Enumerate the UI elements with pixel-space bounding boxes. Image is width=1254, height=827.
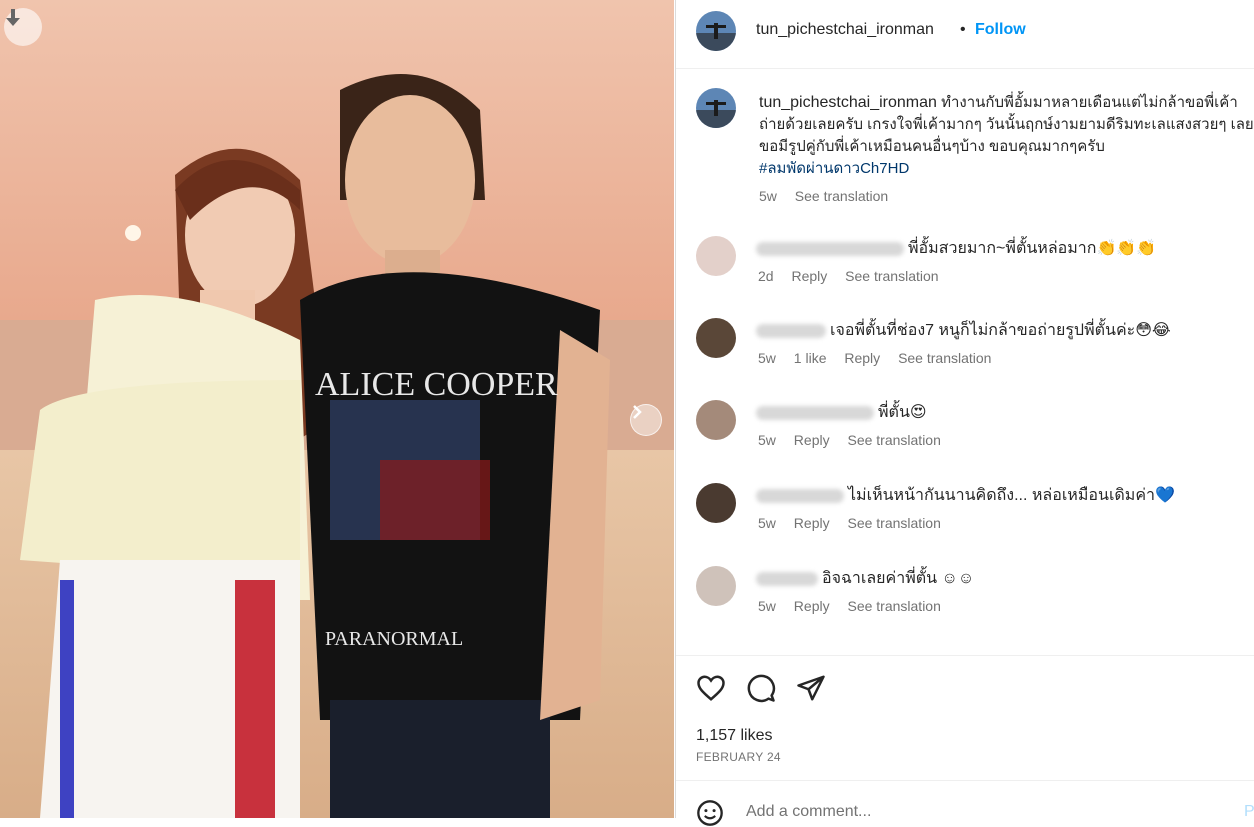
comment-time: 2d (758, 268, 774, 284)
comment-meta: 5w Reply See translation (758, 432, 955, 448)
comment-text: พี่ตั้น😍 (756, 400, 927, 425)
shirt-text-bottom: PARANORMAL (325, 628, 463, 650)
action-bar-divider (676, 655, 1254, 657)
post-date: FEBRUARY 24 (696, 750, 781, 764)
comment-time: 5w (758, 350, 776, 366)
avatar[interactable] (696, 236, 736, 276)
avatar-image (696, 88, 736, 128)
shirt-text-top: ALICE COOPER (315, 366, 558, 403)
comment-time: 5w (758, 598, 776, 614)
avatar[interactable] (696, 483, 736, 523)
avatar[interactable] (696, 88, 736, 128)
comment-meta: 5w 1 like Reply See translation (758, 350, 1005, 366)
comment-body: อิจฉาเลยค่าพี่ตั้น ☺☺ (822, 570, 975, 587)
reply-button[interactable]: Reply (794, 598, 830, 614)
username-link[interactable]: tun_pichestchai_ironman (756, 21, 934, 39)
caption-text: tun_pichestchai_ironman ทำงานกับพี่อั้มม… (759, 92, 1254, 180)
comment-item: พี่อั้มสวยมาก~พี่ตั้นหล่อมาก👏👏👏 2d Reply… (676, 236, 1254, 306)
likes-count[interactable]: 1,157 likes (696, 727, 773, 745)
post-details-panel: tun_pichestchai_ironman • Follow tun_pic… (675, 0, 1254, 826)
comment-icon[interactable] (746, 673, 776, 703)
avatar-image (696, 11, 736, 51)
comment-item: พี่ตั้น😍 5w Reply See translation (676, 400, 1254, 470)
see-translation-link[interactable]: See translation (847, 432, 940, 448)
blurred-username[interactable] (756, 405, 874, 420)
caption-time: 5w (759, 188, 777, 204)
post-header: tun_pichestchai_ironman • Follow (676, 0, 1254, 69)
see-translation-link[interactable]: See translation (795, 188, 888, 204)
see-translation-link[interactable]: See translation (898, 350, 991, 366)
see-translation-link[interactable]: See translation (845, 268, 938, 284)
comment-meta: 5w Reply See translation (758, 515, 955, 531)
see-translation-link[interactable]: See translation (847, 515, 940, 531)
avatar[interactable] (696, 318, 736, 358)
photo-illustration: ALICE COOPER PARANORMAL (0, 0, 674, 818)
blurred-username[interactable] (756, 571, 818, 586)
download-icon (6, 9, 20, 26)
comment-text: ไม่เห็นหน้ากันนานคิดถึง... หล่อเหมือนเดิ… (756, 483, 1175, 508)
comment-text: อิจฉาเลยค่าพี่ตั้น ☺☺ (756, 566, 974, 591)
add-comment-bar: Add a comment... P (676, 780, 1254, 826)
emoji-icon[interactable] (696, 799, 724, 827)
blurred-username[interactable] (756, 241, 904, 256)
avatar[interactable] (696, 400, 736, 440)
blurred-username[interactable] (756, 488, 844, 503)
avatar[interactable] (696, 11, 736, 51)
comment-meta: 2d Reply See translation (758, 268, 953, 284)
follow-button[interactable]: Follow (975, 21, 1026, 39)
comment-body: เจอพี่ตั้นที่ช่อง7 หนูก็ไม่กล้าขอถ่ายรูป… (830, 322, 1171, 339)
comment-item: เจอพี่ตั้นที่ช่อง7 หนูก็ไม่กล้าขอถ่ายรูป… (676, 318, 1254, 388)
comment-text: เจอพี่ตั้นที่ช่อง7 หนูก็ไม่กล้าขอถ่ายรูป… (756, 318, 1171, 343)
download-button[interactable] (4, 8, 42, 46)
comment-meta: 5w Reply See translation (758, 598, 955, 614)
blurred-username[interactable] (756, 323, 826, 338)
hashtag-link[interactable]: #ลมพัดผ่านดาวCh7HD (759, 160, 909, 177)
comment-time: 5w (758, 432, 776, 448)
comment-text: พี่อั้มสวยมาก~พี่ตั้นหล่อมาก👏👏👏 (756, 236, 1156, 261)
caption-username[interactable]: tun_pichestchai_ironman (759, 94, 937, 111)
reply-button[interactable]: Reply (794, 432, 830, 448)
comment-item: ไม่เห็นหน้ากันนานคิดถึง... หล่อเหมือนเดิ… (676, 483, 1254, 553)
share-icon[interactable] (796, 673, 826, 703)
see-translation-link[interactable]: See translation (847, 598, 940, 614)
chevron-right-icon (633, 405, 642, 419)
next-image-button[interactable] (630, 404, 662, 436)
post-button[interactable]: P (1244, 803, 1254, 821)
reply-button[interactable]: Reply (844, 350, 880, 366)
avatar[interactable] (696, 566, 736, 606)
comment-likes[interactable]: 1 like (794, 350, 827, 366)
comment-input[interactable]: Add a comment... (746, 803, 871, 821)
comment-body: พี่อั้มสวยมาก~พี่ตั้นหล่อมาก👏👏👏 (908, 240, 1157, 257)
reply-button[interactable]: Reply (791, 268, 827, 284)
heart-icon[interactable] (696, 673, 726, 703)
separator-dot: • (960, 21, 966, 38)
post-image[interactable]: ALICE COOPER PARANORMAL (0, 0, 674, 818)
caption-meta: 5w See translation (759, 188, 902, 204)
comment-time: 5w (758, 515, 776, 531)
comment-body: ไม่เห็นหน้ากันนานคิดถึง... หล่อเหมือนเดิ… (848, 487, 1175, 504)
reply-button[interactable]: Reply (794, 515, 830, 531)
comment-body: พี่ตั้น😍 (878, 404, 927, 421)
comment-item: อิจฉาเลยค่าพี่ตั้น ☺☺ 5w Reply See trans… (676, 566, 1254, 636)
